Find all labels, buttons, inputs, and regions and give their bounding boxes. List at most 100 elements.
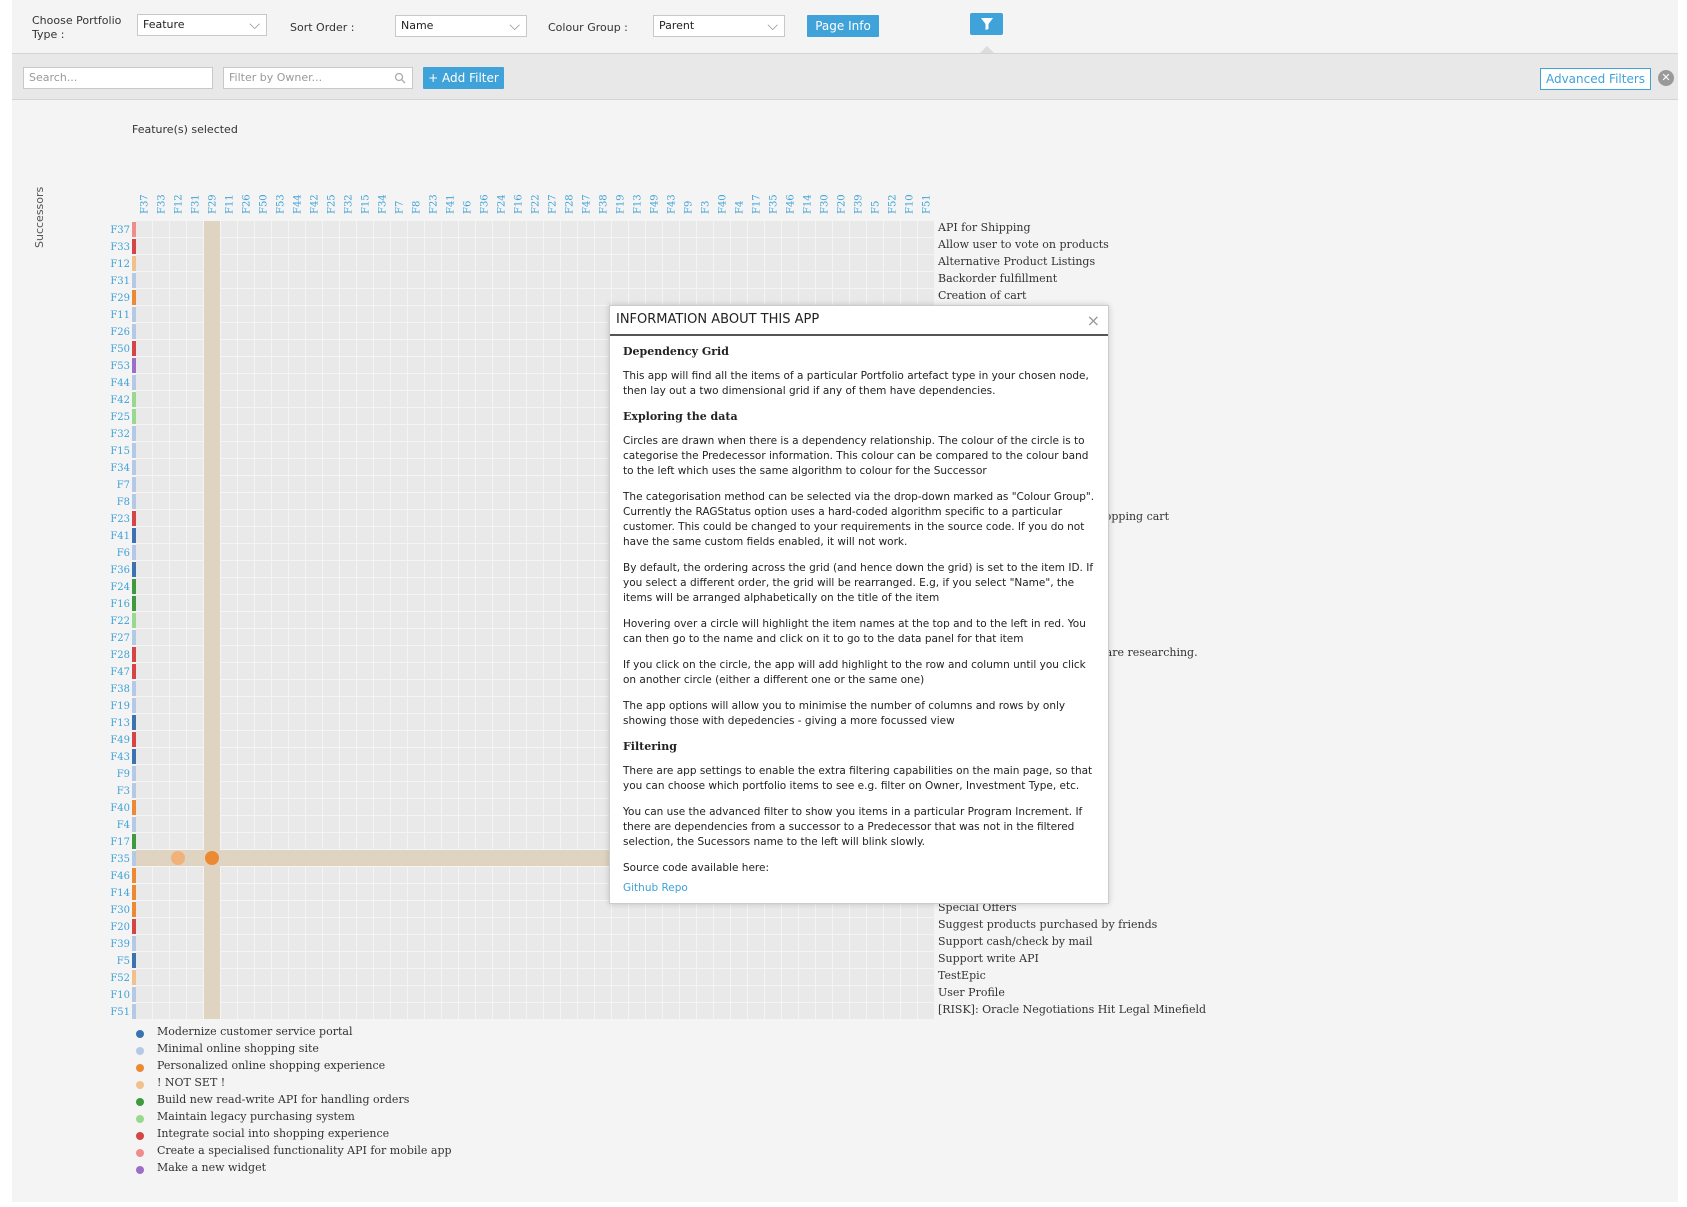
item-name[interactable]: User Profile bbox=[938, 986, 1005, 999]
row-label[interactable]: F7 bbox=[117, 480, 130, 491]
row-label[interactable]: F9 bbox=[117, 769, 130, 780]
row-label[interactable]: F24 bbox=[110, 582, 130, 593]
row-label[interactable]: F10 bbox=[110, 990, 130, 1001]
row-label[interactable]: F11 bbox=[110, 310, 130, 321]
column-label[interactable]: F49 bbox=[650, 194, 661, 214]
row-label[interactable]: F3 bbox=[117, 786, 130, 797]
column-label[interactable]: F36 bbox=[480, 194, 491, 214]
item-name[interactable]: Allow user to vote on products bbox=[938, 238, 1109, 251]
item-name[interactable]: API for Shipping bbox=[938, 221, 1031, 234]
row-label[interactable]: F37 bbox=[110, 225, 130, 236]
column-label[interactable]: F50 bbox=[259, 194, 270, 214]
column-label[interactable]: F25 bbox=[327, 194, 338, 214]
column-label[interactable]: F9 bbox=[684, 201, 695, 214]
row-label[interactable]: F16 bbox=[110, 599, 130, 610]
column-label[interactable]: F6 bbox=[463, 201, 474, 214]
column-label[interactable]: F40 bbox=[718, 194, 729, 214]
column-label[interactable]: F10 bbox=[905, 194, 916, 214]
row-label[interactable]: F12 bbox=[110, 259, 130, 270]
column-label[interactable]: F8 bbox=[412, 201, 423, 214]
row-label[interactable]: F23 bbox=[110, 514, 130, 525]
row-label[interactable]: F46 bbox=[110, 871, 130, 882]
row-label[interactable]: F50 bbox=[110, 344, 130, 355]
column-label[interactable]: F34 bbox=[378, 194, 389, 214]
column-label[interactable]: F14 bbox=[803, 194, 814, 214]
row-label[interactable]: F49 bbox=[110, 735, 130, 746]
column-label[interactable]: F41 bbox=[446, 194, 457, 214]
column-label[interactable]: F17 bbox=[752, 194, 763, 214]
column-label[interactable]: F32 bbox=[344, 194, 355, 214]
row-label[interactable]: F17 bbox=[110, 837, 130, 848]
row-label[interactable]: F53 bbox=[110, 361, 130, 372]
row-label[interactable]: F38 bbox=[110, 684, 130, 695]
column-label[interactable]: F16 bbox=[514, 194, 525, 214]
row-label[interactable]: F31 bbox=[110, 276, 130, 287]
column-label[interactable]: F4 bbox=[735, 201, 746, 214]
column-label[interactable]: F3 bbox=[701, 201, 712, 214]
column-label[interactable]: F47 bbox=[582, 194, 593, 214]
row-label[interactable]: F36 bbox=[110, 565, 130, 576]
column-label[interactable]: F53 bbox=[276, 194, 287, 214]
close-icon[interactable]: × bbox=[1087, 311, 1100, 330]
row-label[interactable]: F47 bbox=[110, 667, 130, 678]
row-label[interactable]: F39 bbox=[110, 939, 130, 950]
item-name[interactable]: Support write API bbox=[938, 952, 1039, 965]
column-label[interactable]: F35 bbox=[769, 194, 780, 214]
row-label[interactable]: F15 bbox=[110, 446, 130, 457]
column-label[interactable]: F38 bbox=[599, 194, 610, 214]
column-label[interactable]: F46 bbox=[786, 194, 797, 214]
item-name[interactable]: Support cash/check by mail bbox=[938, 935, 1093, 948]
column-label[interactable]: F15 bbox=[361, 194, 372, 214]
item-name[interactable]: Suggest products purchased by friends bbox=[938, 918, 1157, 931]
item-name[interactable]: [RISK]: Oracle Negotiations Hit Legal Mi… bbox=[938, 1003, 1206, 1016]
column-label[interactable]: F19 bbox=[616, 194, 627, 214]
row-label[interactable]: F40 bbox=[110, 803, 130, 814]
column-label[interactable]: F24 bbox=[497, 194, 508, 214]
column-label[interactable]: F51 bbox=[922, 194, 933, 214]
column-label[interactable]: F30 bbox=[820, 194, 831, 214]
column-label[interactable]: F52 bbox=[888, 194, 899, 214]
row-label[interactable]: F20 bbox=[110, 922, 130, 933]
dependency-circle[interactable] bbox=[205, 851, 219, 865]
row-label[interactable]: F14 bbox=[110, 888, 130, 899]
row-label[interactable]: F30 bbox=[110, 905, 130, 916]
row-label[interactable]: F13 bbox=[110, 718, 130, 729]
row-label[interactable]: F22 bbox=[110, 616, 130, 627]
item-name[interactable]: TestEpic bbox=[938, 969, 986, 982]
column-label[interactable]: F12 bbox=[174, 194, 185, 214]
column-label[interactable]: F7 bbox=[395, 201, 406, 214]
column-label[interactable]: F22 bbox=[531, 194, 542, 214]
column-label[interactable]: F27 bbox=[548, 194, 559, 214]
column-label[interactable]: F44 bbox=[293, 194, 304, 214]
row-label[interactable]: F44 bbox=[110, 378, 130, 389]
column-label[interactable]: F28 bbox=[565, 194, 576, 214]
column-label[interactable]: F26 bbox=[242, 194, 253, 214]
row-label[interactable]: F33 bbox=[110, 242, 130, 253]
row-label[interactable]: F51 bbox=[110, 1007, 130, 1018]
dependency-circle[interactable] bbox=[171, 851, 185, 865]
row-label[interactable]: F26 bbox=[110, 327, 130, 338]
column-label[interactable]: F43 bbox=[667, 194, 678, 214]
column-label[interactable]: F37 bbox=[140, 194, 151, 214]
row-label[interactable]: F27 bbox=[110, 633, 130, 644]
column-label[interactable]: F13 bbox=[633, 194, 644, 214]
row-label[interactable]: F4 bbox=[117, 820, 130, 831]
row-label[interactable]: F8 bbox=[117, 497, 130, 508]
row-label[interactable]: F43 bbox=[110, 752, 130, 763]
row-label[interactable]: F34 bbox=[110, 463, 130, 474]
row-label[interactable]: F6 bbox=[117, 548, 130, 559]
row-label[interactable]: F5 bbox=[117, 956, 130, 967]
row-label[interactable]: F41 bbox=[110, 531, 130, 542]
row-label[interactable]: F28 bbox=[110, 650, 130, 661]
row-label[interactable]: F32 bbox=[110, 429, 130, 440]
item-name[interactable]: Alternative Product Listings bbox=[938, 255, 1095, 268]
row-label[interactable]: F52 bbox=[110, 973, 130, 984]
row-label[interactable]: F42 bbox=[110, 395, 130, 406]
column-label[interactable]: F42 bbox=[310, 194, 321, 214]
column-label[interactable]: F29 bbox=[208, 194, 219, 214]
item-name[interactable]: Creation of cart bbox=[938, 289, 1026, 302]
column-label[interactable]: F20 bbox=[837, 194, 848, 214]
column-label[interactable]: F33 bbox=[157, 194, 168, 214]
row-label[interactable]: F35 bbox=[110, 854, 130, 865]
column-label[interactable]: F11 bbox=[225, 194, 236, 214]
